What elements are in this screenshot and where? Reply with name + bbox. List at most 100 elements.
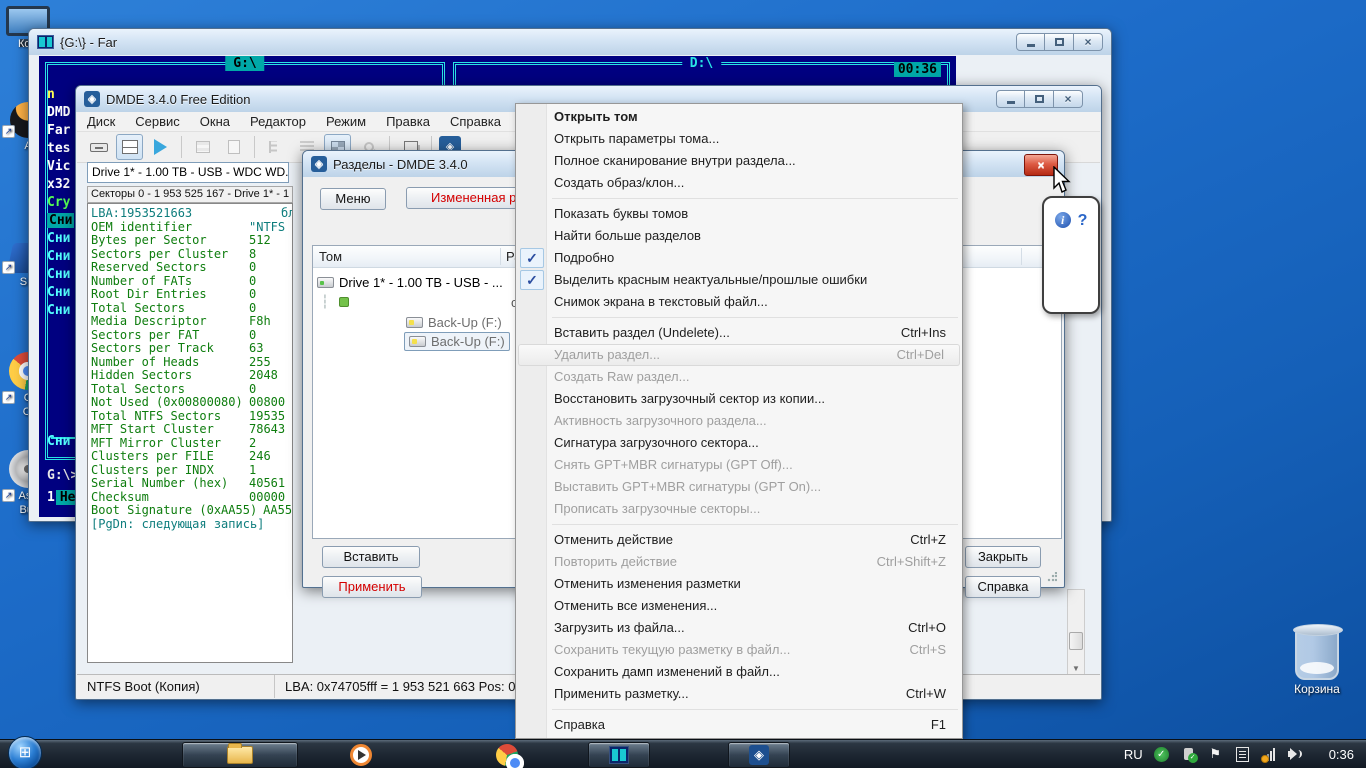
antivirus-tray-icon[interactable]: ✓ — [1153, 746, 1170, 762]
far-file[interactable]: Сни — [47, 266, 74, 284]
menu-windows[interactable]: Окна — [190, 114, 240, 129]
far-file[interactable]: Far — [47, 122, 74, 140]
far-file[interactable]: tes — [47, 140, 74, 158]
menu-help[interactable]: Справка — [440, 114, 511, 129]
taskbar-dmde-button[interactable]: ◈ — [728, 742, 790, 768]
far-file[interactable]: Cry — [47, 194, 74, 212]
usb-tray-icon[interactable] — [1180, 746, 1197, 762]
context-menu-item[interactable]: Открыть том — [516, 106, 962, 128]
table-row-backup[interactable]: Back-Up (F:) — [406, 312, 502, 332]
far-file-list[interactable]: n DMD Far tes Vic x32 Cry Сни Сни Сни Сн… — [47, 86, 74, 320]
insert-button[interactable]: Вставить — [322, 546, 420, 568]
menu-editor[interactable]: Редактор — [240, 114, 316, 129]
far-file[interactable]: x32 — [47, 176, 74, 194]
taskbar-chrome-button[interactable] — [490, 742, 524, 768]
language-indicator[interactable]: RU — [1124, 747, 1143, 762]
context-menu-item-hovered[interactable]: Удалить раздел...Ctrl+Del — [518, 344, 960, 366]
menu-disk[interactable]: Диск — [77, 114, 125, 129]
sectors-tab[interactable]: Секторы 0 - 1 953 525 167 - Drive 1* - 1 — [87, 186, 293, 203]
far-file[interactable]: Сни — [47, 230, 74, 248]
help-button[interactable]: Справка — [965, 576, 1041, 598]
context-menu-item[interactable]: Восстановить загрузочный сектор из копии… — [516, 388, 962, 410]
continue-button[interactable] — [189, 134, 216, 160]
menu-edit[interactable]: Правка — [376, 114, 440, 129]
start-button[interactable]: ⊞ — [8, 736, 42, 768]
scheduler-tray-icon[interactable] — [1234, 746, 1251, 762]
far-file[interactable]: Сни — [47, 284, 74, 302]
desktop-icon-recycle-bin[interactable]: Корзина — [1282, 628, 1352, 696]
far-file[interactable]: DMD — [47, 104, 74, 122]
partition-icon — [409, 336, 426, 347]
menu-button[interactable]: Меню — [320, 188, 386, 210]
tray-clock[interactable]: 0:36 — [1329, 747, 1354, 762]
taskbar-far-button[interactable] — [588, 742, 650, 768]
minimize-button[interactable] — [996, 90, 1025, 108]
context-menu-item[interactable]: Выставить GPT+MBR сигнатуры (GPT On)... — [516, 476, 962, 498]
menu-service[interactable]: Сервис — [125, 114, 190, 129]
open-disk-button[interactable] — [85, 134, 112, 160]
close-button[interactable]: × — [1054, 90, 1083, 108]
close-dialog-button[interactable]: Закрыть — [965, 546, 1041, 568]
boot-line: Number of Heads255 — [91, 355, 292, 369]
vertical-scrollbar[interactable]: ▼ — [1067, 589, 1085, 677]
context-menu-item[interactable]: ✓Выделить красным неактуальные/прошлые о… — [516, 269, 962, 291]
editor-button[interactable] — [220, 134, 247, 160]
far-file[interactable]: Сни — [47, 248, 74, 266]
run-scan-button[interactable] — [147, 134, 174, 160]
menu-shortcut: Ctrl+Ins — [901, 322, 946, 344]
far-file[interactable]: Сни — [47, 302, 74, 320]
shortcut-arrow-icon: ↗ — [2, 489, 15, 502]
far-file-cursor[interactable]: Сни — [47, 212, 74, 230]
context-menu-item[interactable]: Создать образ/клон... — [516, 172, 962, 194]
apply-button[interactable]: Применить — [322, 576, 422, 598]
context-menu-item[interactable]: Отменить все изменения... — [516, 595, 962, 617]
minimize-button[interactable] — [1016, 33, 1045, 51]
shortcut-arrow-icon: ↗ — [2, 261, 15, 274]
table-row-drive[interactable]: Drive 1* - 1.00 TB - USB - ... — [317, 272, 503, 292]
far-command-prompt[interactable]: G:\> — [47, 468, 78, 483]
panels-view-button[interactable] — [116, 134, 143, 160]
action-center-icon[interactable]: ⚑ — [1207, 746, 1224, 762]
resize-grip[interactable] — [1047, 572, 1057, 582]
context-menu-item[interactable]: ✓Подробно — [516, 247, 962, 269]
scrollbar-thumb[interactable] — [1069, 632, 1083, 650]
menu-mode[interactable]: Режим — [316, 114, 376, 129]
context-menu-item[interactable]: Отменить действиеCtrl+Z — [516, 529, 962, 551]
maximize-button[interactable] — [1025, 90, 1054, 108]
context-menu-item[interactable]: Вставить раздел (Undelete)...Ctrl+Ins — [516, 322, 962, 344]
context-menu-item[interactable]: Прописать загрузочные секторы... — [516, 498, 962, 520]
drive-selector-combo[interactable]: Drive 1* - 1.00 TB - USB - WDC WD... — [87, 162, 289, 183]
taskbar-mediaplayer-button[interactable] — [344, 742, 378, 768]
close-button[interactable]: × — [1074, 33, 1103, 51]
column-volume[interactable]: Том — [313, 249, 342, 264]
tree-view-button[interactable] — [262, 134, 289, 160]
context-menu-item[interactable]: Снимок экрана в текстовый файл... — [516, 291, 962, 313]
taskbar-explorer-button[interactable] — [182, 742, 298, 768]
context-menu-item[interactable]: Полное сканирование внутри раздела... — [516, 150, 962, 172]
boot-sector-panel[interactable]: LBA:1953521663блок: OEM identifier"NTFS … — [87, 203, 293, 663]
context-menu-item[interactable]: Найти больше разделов — [516, 225, 962, 247]
table-row-free[interactable]: ┆ сво — [321, 292, 349, 312]
menu-shortcut: Ctrl+O — [908, 617, 946, 639]
context-menu-item[interactable]: Снять GPT+MBR сигнатуры (GPT Off)... — [516, 454, 962, 476]
boot-line: Root Dir Entries0 — [91, 287, 292, 301]
context-menu-item[interactable]: Открыть параметры тома... — [516, 128, 962, 150]
context-menu-item[interactable]: Активность загрузочного раздела... — [516, 410, 962, 432]
maximize-button[interactable] — [1045, 33, 1074, 51]
far-file[interactable]: Vic — [47, 158, 74, 176]
context-menu-item[interactable]: Отменить изменения разметки — [516, 573, 962, 595]
far-titlebar[interactable]: {G:\} - Far × — [29, 29, 1111, 55]
context-menu-item[interactable]: Показать буквы томов — [516, 203, 962, 225]
network-icon[interactable] — [1261, 746, 1278, 762]
context-menu-item[interactable]: Сохранить дамп изменений в файл... — [516, 661, 962, 683]
context-menu-item[interactable]: Применить разметку...Ctrl+W — [516, 683, 962, 705]
context-menu-item[interactable]: СправкаF1 — [516, 714, 962, 736]
far-column-header: n — [47, 86, 74, 104]
context-menu-item[interactable]: Создать Raw раздел... — [516, 366, 962, 388]
context-menu-item[interactable]: Повторить действиеCtrl+Shift+Z — [516, 551, 962, 573]
table-row-backup-selected[interactable]: Back-Up (F:) — [404, 331, 510, 351]
volume-icon[interactable] — [1288, 746, 1305, 762]
context-menu-item[interactable]: Сигнатура загрузочного сектора... — [516, 432, 962, 454]
context-menu-item[interactable]: Сохранить текущую разметку в файл...Ctrl… — [516, 639, 962, 661]
context-menu-item[interactable]: Загрузить из файла...Ctrl+O — [516, 617, 962, 639]
